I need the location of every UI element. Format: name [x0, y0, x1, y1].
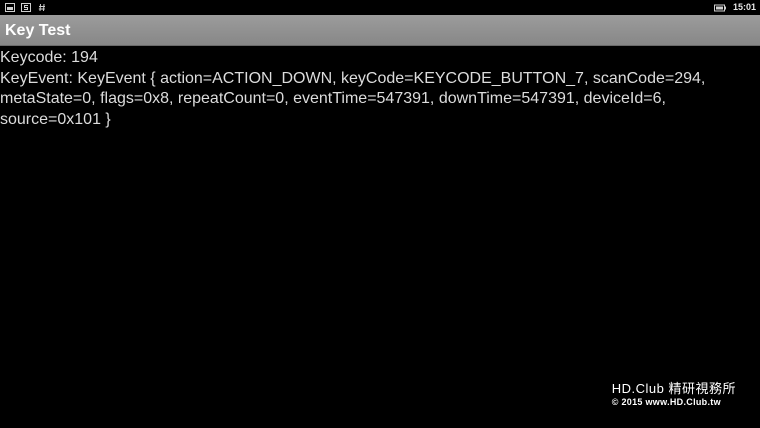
- keyevent-text: KeyEvent: KeyEvent { action=ACTION_DOWN,…: [0, 69, 706, 128]
- key-event-output: Keycode: 194 KeyEvent: KeyEvent { action…: [0, 48, 756, 130]
- watermark-copyright: © 2015 www.HD.Club.tw: [611, 397, 721, 407]
- keycode-text: Keycode: 194: [0, 49, 98, 66]
- s-notification-icon: [21, 3, 31, 12]
- status-time: 15:01: [732, 2, 756, 12]
- action-bar: Key Test: [0, 15, 760, 46]
- screenshot-notification-icon: [5, 3, 15, 12]
- watermark-brand: HD.Club 精研視務所: [611, 381, 736, 396]
- screen: 15:01 Key Test Keycode: 194 KeyEvent: Ke…: [0, 0, 760, 428]
- battery-icon: [714, 4, 726, 12]
- watermark: HD.Club 精研視務所 © 2015 www.HD.Club.tw: [612, 381, 736, 408]
- app-title: Key Test: [5, 22, 71, 39]
- status-bar: 15:01: [0, 0, 760, 15]
- hash-notification-icon: [38, 3, 45, 12]
